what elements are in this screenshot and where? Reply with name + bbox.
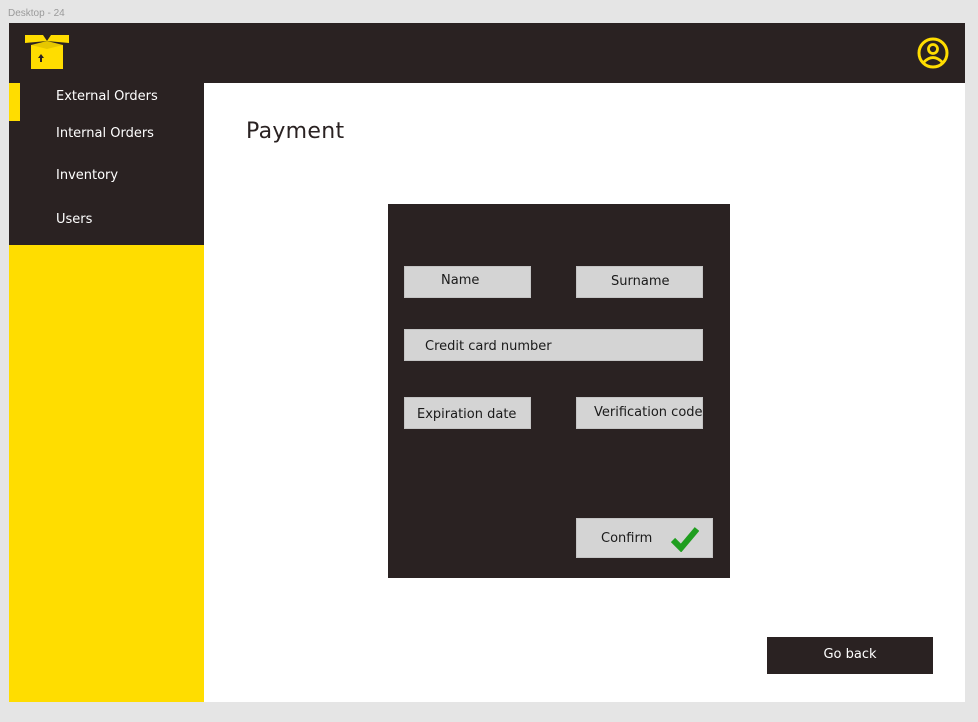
name-field[interactable]: Name [404, 266, 531, 298]
sidebar-item-external-orders[interactable]: External Orders [56, 89, 158, 104]
surname-field[interactable]: Surname [576, 266, 703, 298]
go-back-button[interactable]: Go back [767, 637, 933, 674]
confirm-button[interactable]: Confirm [576, 518, 713, 558]
payment-form: Name Surname Credit card number Expirati… [388, 204, 730, 578]
box-logo-icon[interactable] [21, 31, 73, 71]
top-bar [9, 23, 965, 83]
credit-card-number-field[interactable]: Credit card number [404, 329, 703, 361]
app-frame: External Orders Internal Orders Inventor… [9, 23, 965, 702]
surname-field-placeholder: Surname [611, 274, 670, 289]
confirm-button-label: Confirm [601, 531, 653, 546]
expiration-date-field[interactable]: Expiration date [404, 397, 531, 429]
expiration-date-placeholder: Expiration date [417, 407, 517, 422]
checkmark-icon [671, 527, 699, 552]
sidebar-item-users[interactable]: Users [56, 212, 92, 227]
frame-label: Desktop - 24 [8, 8, 65, 19]
name-field-placeholder: Name [441, 273, 480, 288]
user-profile-icon[interactable] [915, 35, 951, 71]
page-title: Payment [246, 119, 345, 144]
credit-card-number-placeholder: Credit card number [425, 339, 552, 354]
sidebar [9, 83, 204, 245]
sidebar-item-inventory[interactable]: Inventory [56, 168, 118, 183]
sidebar-filler [9, 245, 204, 702]
sidebar-item-internal-orders[interactable]: Internal Orders [56, 126, 154, 141]
verification-code-field[interactable]: Verification code [576, 397, 703, 429]
active-nav-indicator [9, 83, 20, 121]
verification-code-placeholder: Verification code [594, 405, 703, 420]
